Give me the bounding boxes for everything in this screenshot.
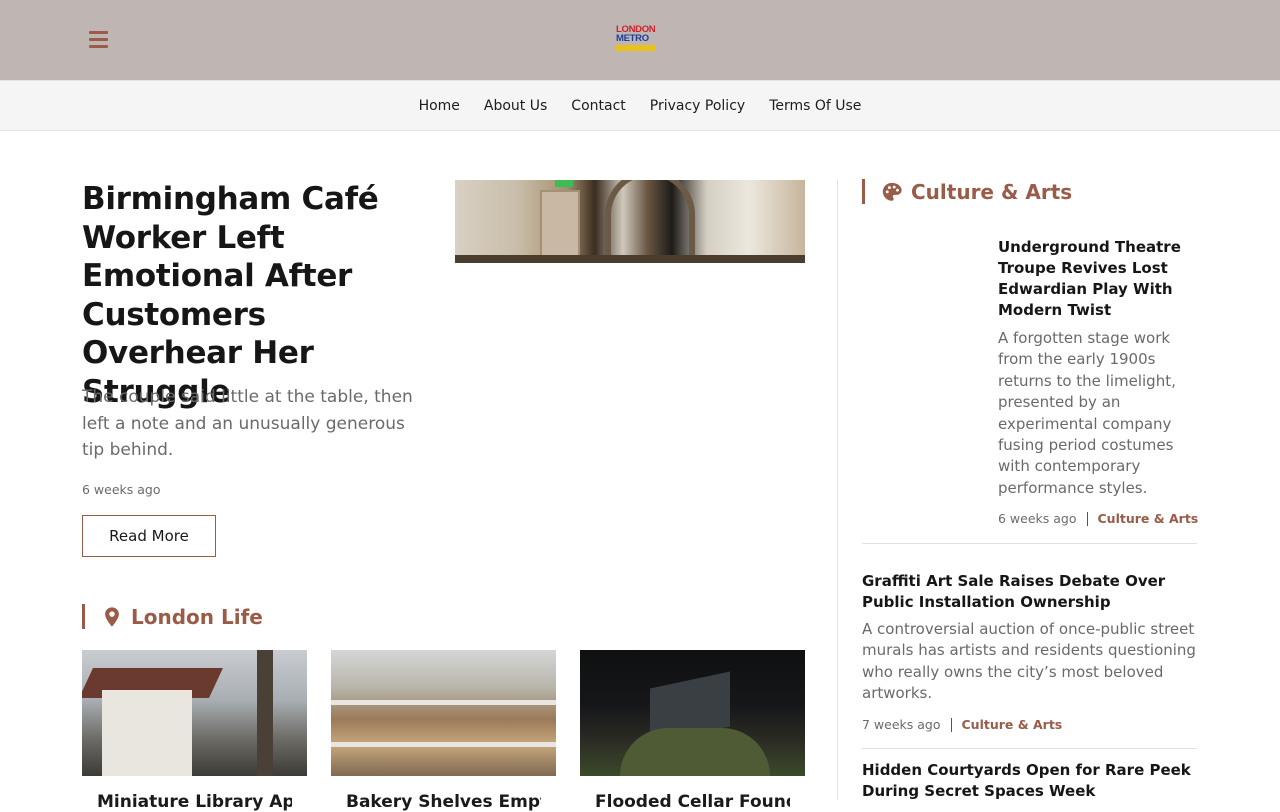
nav-privacy-policy[interactable]: Privacy Policy xyxy=(650,98,745,114)
timestamp: 7 weeks ago xyxy=(862,717,941,732)
culture-card-1-meta: 6 weeks ago Culture & Arts xyxy=(998,511,1198,526)
map-pin-icon xyxy=(105,606,119,627)
column-divider xyxy=(837,180,838,800)
site-header: LONDON METRO xyxy=(0,0,1280,80)
hero-image[interactable] xyxy=(455,180,805,263)
timestamp: 6 weeks ago xyxy=(998,511,1077,526)
section-title[interactable]: Culture & Arts xyxy=(911,180,1072,204)
palette-icon xyxy=(882,182,902,201)
hero-excerpt: The couple said little at the table, the… xyxy=(82,387,413,460)
thumb-grass xyxy=(620,728,770,776)
nav-home[interactable]: Home xyxy=(419,98,460,114)
section-heading-culture-arts: Culture & Arts xyxy=(862,179,1072,204)
london-life-title-1[interactable]: Miniature Library Appears xyxy=(97,792,292,812)
category-link[interactable]: Culture & Arts xyxy=(1098,511,1199,526)
culture-card-1-excerpt: A forgotten stage work from the early 19… xyxy=(998,329,1176,497)
section-rule xyxy=(82,604,85,629)
category-link[interactable]: Culture & Arts xyxy=(962,717,1063,732)
hero-image-arch xyxy=(605,180,695,263)
card-divider xyxy=(862,748,1197,749)
culture-card-2-meta: 7 weeks ago Culture & Arts xyxy=(862,717,1062,732)
thumb-shelf xyxy=(331,700,556,705)
nav-about-us[interactable]: About Us xyxy=(484,98,547,114)
london-life-thumbnail-3[interactable] xyxy=(580,650,805,776)
culture-card-1-title[interactable]: Underground Theatre Troupe Revives Lost … xyxy=(998,237,1188,321)
nav-terms-of-use[interactable]: Terms Of Use xyxy=(769,98,861,114)
site-logo[interactable]: LONDON METRO xyxy=(616,25,676,55)
hero-title[interactable]: Birmingham Café Worker Left Emotional Af… xyxy=(82,180,427,411)
culture-card-2-excerpt: A controversial auction of once-public s… xyxy=(862,620,1196,703)
main-navigation: Home About Us Contact Privacy Policy Ter… xyxy=(0,80,1280,131)
thumb-tree xyxy=(257,650,273,776)
thumb-shelf xyxy=(331,742,556,747)
culture-card-3-title[interactable]: Hidden Courtyards Open for Rare Peek Dur… xyxy=(862,760,1202,801)
hero-image-floor xyxy=(455,255,805,263)
meta-separator xyxy=(950,717,952,732)
london-life-title-3[interactable]: Flooded Cellar Found xyxy=(595,792,790,812)
section-title[interactable]: London Life xyxy=(131,605,263,629)
section-rule xyxy=(862,179,865,204)
london-life-thumbnail-1[interactable] xyxy=(82,650,307,776)
thumb-house xyxy=(102,690,192,776)
section-heading-london-life: London Life xyxy=(82,604,263,629)
hero-timestamp: 6 weeks ago xyxy=(82,482,161,497)
card-divider xyxy=(862,543,1197,544)
hero-image-exit-sign xyxy=(555,180,573,187)
logo-underline xyxy=(616,45,656,51)
meta-separator xyxy=(1086,511,1088,526)
read-more-button[interactable]: Read More xyxy=(82,515,216,557)
hamburger-icon[interactable] xyxy=(89,31,108,48)
london-life-title-2[interactable]: Bakery Shelves Emptied xyxy=(346,792,541,812)
hero-image-door xyxy=(540,190,580,263)
logo-line-2: METRO xyxy=(616,33,649,44)
culture-card-2-title[interactable]: Graffiti Art Sale Raises Debate Over Pub… xyxy=(862,571,1202,612)
nav-contact[interactable]: Contact xyxy=(571,98,625,114)
london-life-thumbnail-2[interactable] xyxy=(331,650,556,776)
